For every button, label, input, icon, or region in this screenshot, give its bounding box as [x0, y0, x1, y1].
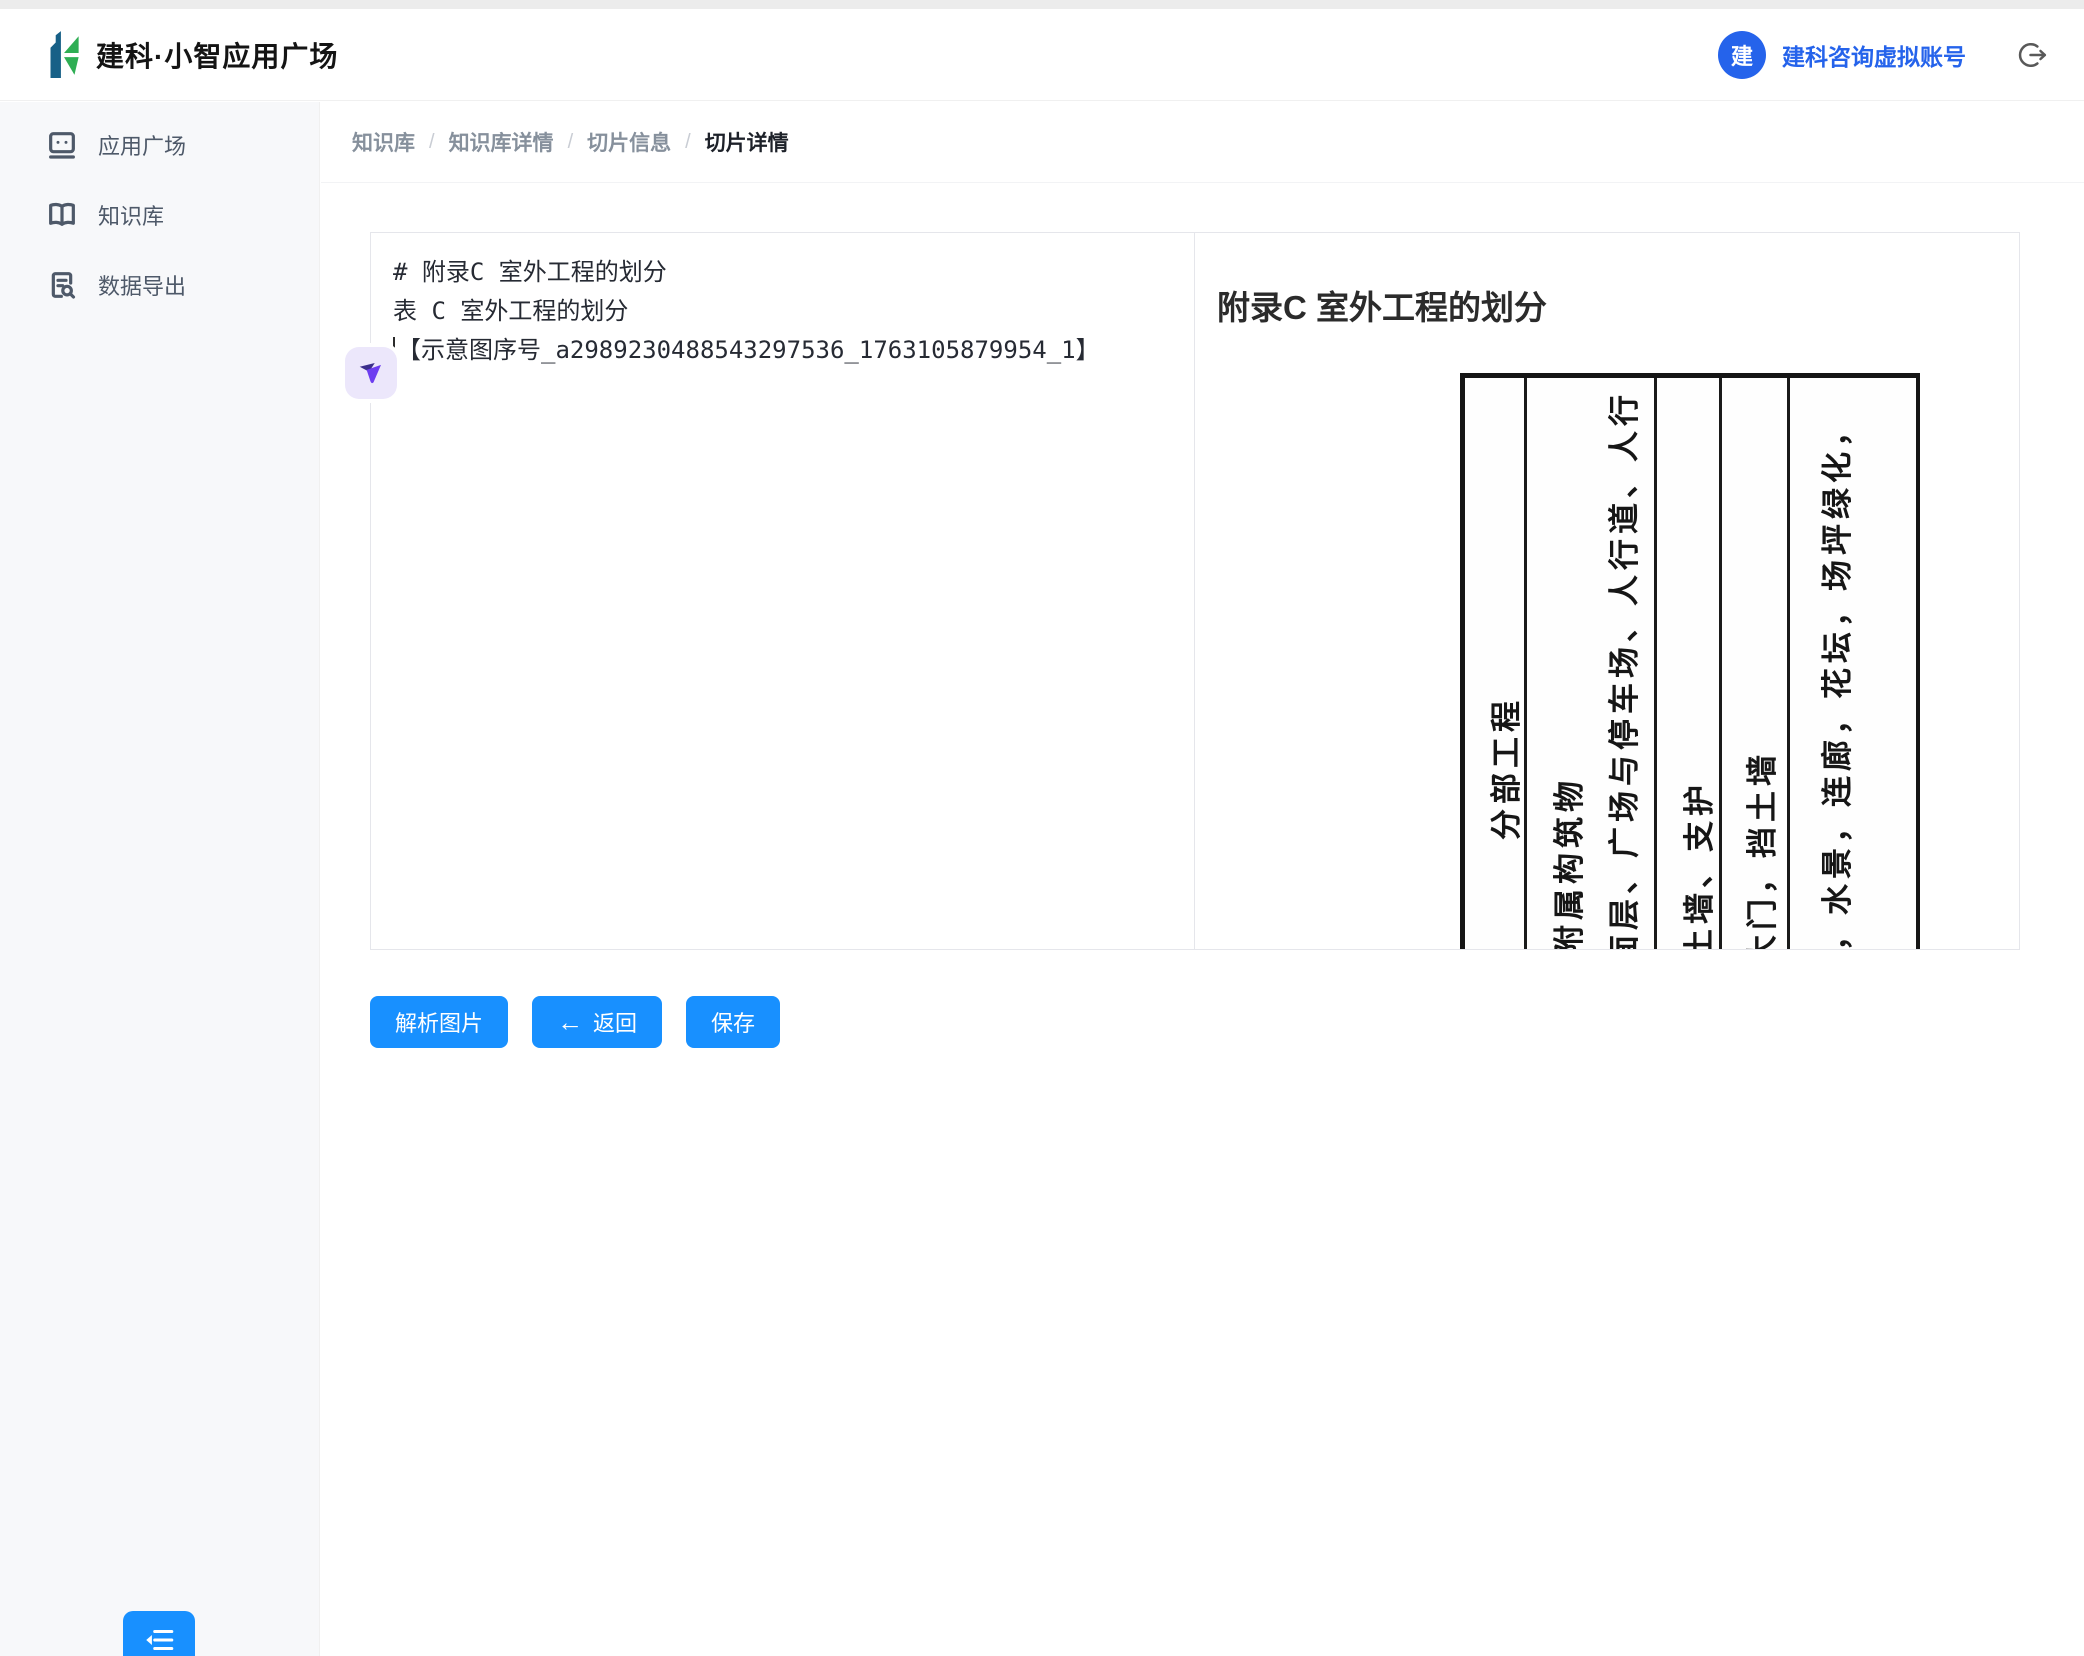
sidebar-item-data-export[interactable]: 数据导出	[0, 250, 319, 320]
app-window: 建科·小智应用广场 建 建科咨询虚拟账号 应用广场 知识	[0, 0, 2084, 1656]
logout-icon[interactable]	[2018, 40, 2048, 70]
assistant-fab-button[interactable]	[345, 347, 397, 399]
breadcrumb-knowledge-base[interactable]: 知识库	[352, 127, 415, 157]
app-header: 建科·小智应用广场 建 建科咨询虚拟账号	[0, 9, 2084, 101]
sidebar-item-label: 应用广场	[98, 129, 186, 161]
scan-text-col3: 挡土墙、支护	[1674, 780, 1719, 949]
markdown-editor[interactable]: # 附录C 室外工程的划分 表 C 室外工程的划分 【示意图序号_a298923…	[371, 233, 1194, 949]
breadcrumb-separator: /	[429, 131, 435, 154]
scan-text-col5: 亭台，水景，连廊，花坛，场坪绿化，	[1812, 411, 1857, 949]
editor-line-table-caption: 表 C 室外工程的划分	[393, 292, 1172, 331]
breadcrumb-separator: /	[685, 131, 691, 154]
menu-fold-icon	[142, 1623, 176, 1656]
window-top-strip	[0, 0, 2084, 9]
collapse-sidebar-button[interactable]	[123, 1611, 195, 1656]
scan-text-col2-line1: 面层、广场与停车场、人行道、人行	[1599, 390, 1644, 949]
sidebar-item-label: 数据导出	[98, 269, 186, 301]
table-column-line	[1787, 378, 1790, 949]
sidebar-item-label: 知识库	[98, 199, 164, 231]
data-export-icon	[46, 269, 78, 301]
save-label: 保存	[711, 1006, 755, 1038]
preview-heading: 附录C 室外工程的划分	[1217, 281, 1547, 329]
table-column-line	[1524, 378, 1527, 949]
save-button[interactable]: 保存	[686, 996, 780, 1048]
parse-image-label: 解析图片	[395, 1006, 483, 1038]
sidebar: 应用广场 知识库 数据导出	[0, 102, 320, 1656]
action-bar: 解析图片 ← 返回 保存	[370, 996, 780, 1048]
scan-text-col2-line2: 附属构筑物	[1544, 776, 1589, 949]
back-button[interactable]: ← 返回	[532, 996, 662, 1048]
slice-detail-panels: # 附录C 室外工程的划分 表 C 室外工程的划分 【示意图序号_a298923…	[370, 232, 2020, 950]
breadcrumb-separator: /	[568, 131, 574, 154]
scan-text-col1: 分部工程	[1481, 696, 1526, 840]
assistant-icon	[356, 358, 386, 388]
sidebar-item-knowledge-base[interactable]: 知识库	[0, 180, 319, 250]
scanned-table-image: 分部工程 面层、广场与停车场、人行道、人行 附属构筑物 挡土墙、支护 大门，挡土…	[1460, 373, 1920, 949]
avatar[interactable]: 建	[1718, 31, 1766, 79]
scan-text-col4: 大门，挡土墙	[1737, 750, 1782, 949]
logo-icon	[45, 29, 81, 79]
breadcrumb-kb-detail[interactable]: 知识库详情	[449, 127, 554, 157]
preview-pane: 附录C 室外工程的划分 分部工程 面层、广场与停车场、人行道、人行 附属构筑物 …	[1194, 233, 2019, 949]
back-label: 返回	[593, 1006, 637, 1038]
table-column-line	[1719, 378, 1722, 949]
table-column-line	[1654, 378, 1657, 949]
account-name: 建科咨询虚拟账号	[1782, 38, 1966, 72]
breadcrumb-slice-info[interactable]: 切片信息	[587, 127, 671, 157]
breadcrumb: 知识库 / 知识库详情 / 切片信息 / 切片详情	[321, 102, 2084, 183]
parse-image-button[interactable]: 解析图片	[370, 996, 508, 1048]
back-arrow-icon: ←	[557, 1009, 583, 1035]
app-plaza-icon	[46, 129, 78, 161]
app-title: 建科·小智应用广场	[96, 35, 338, 75]
editor-line-heading: # 附录C 室外工程的划分	[393, 253, 1172, 292]
knowledge-base-icon	[46, 199, 78, 231]
account-menu[interactable]: 建 建科咨询虚拟账号	[1718, 31, 1966, 79]
editor-line-image-ref: 【示意图序号_a2989230488543297536_176310587995…	[393, 331, 1172, 370]
breadcrumb-slice-detail: 切片详情	[705, 127, 789, 157]
main-content: 知识库 / 知识库详情 / 切片信息 / 切片详情 # 附录C 室外工程的划分 …	[321, 102, 2084, 1656]
sidebar-item-app-plaza[interactable]: 应用广场	[0, 110, 319, 180]
